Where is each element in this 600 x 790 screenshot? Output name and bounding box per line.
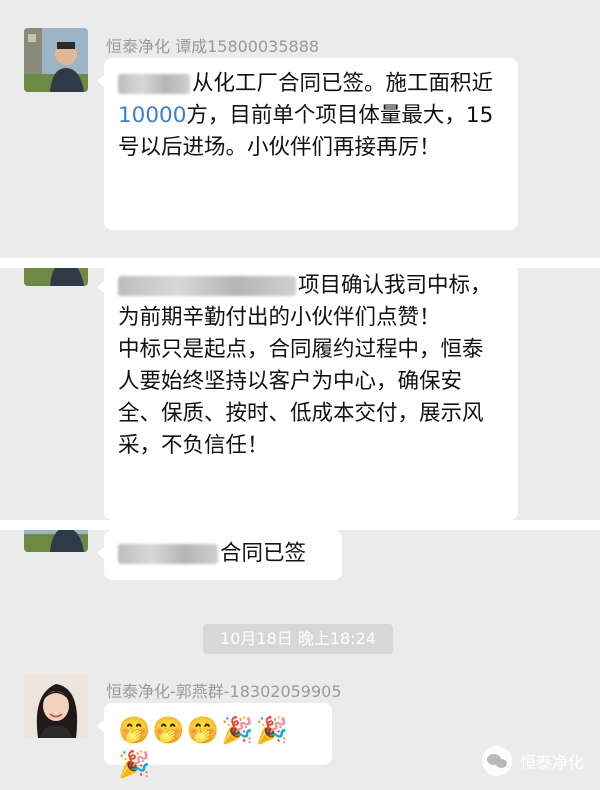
watermark: 恒泰净化: [481, 746, 584, 776]
message-bubble[interactable]: 项目确认我司中标，为前期辛勤付出的小伙伴们点赞！ 中标只是起点，合同履约过程中，…: [97, 268, 518, 520]
redacted-text: [118, 544, 218, 564]
message-bubble[interactable]: 从化工厂合同已签。施工面积近10000方，目前单个项目体量最大，15号以后进场。…: [97, 58, 518, 230]
message-item: 恒泰净化 谭成15800035888 从化工厂合同已签。施工面积近10000方，…: [0, 0, 600, 258]
chat-screen: 恒泰净化 谭成15800035888 从化工厂合同已签。施工面积近10000方，…: [0, 0, 600, 790]
emoji-covering-mouth: 🤭: [152, 716, 185, 746]
sender-name: 恒泰净化 谭成15800035888: [106, 37, 320, 56]
avatar[interactable]: [24, 28, 88, 92]
emoji-covering-mouth: 🤭: [186, 716, 220, 746]
message-text: 从化工厂合同已签。施工面积近: [192, 71, 494, 96]
message-bubble[interactable]: 🤭🤭🤭🎉🎉🎉: [97, 703, 332, 780]
wechat-logo-icon: [481, 746, 512, 776]
party-popper-emoji: 🎉: [255, 716, 288, 746]
avatar[interactable]: [24, 268, 88, 286]
emoji-covering-mouth: 🤭: [118, 716, 151, 746]
sender-name: 恒泰净化-郭燕群-18302059905: [106, 682, 342, 701]
message-text: 合同已签: [220, 541, 307, 566]
message-item: 合同已签: [0, 530, 600, 600]
avatar[interactable]: [24, 530, 88, 552]
party-popper-emoji: 🎉: [118, 750, 151, 780]
redacted-text: [118, 74, 190, 94]
avatar[interactable]: [24, 674, 88, 738]
message-highlight-number: 10000: [118, 103, 187, 128]
watermark-text: 恒泰净化: [519, 753, 584, 772]
message-text: 中标只是起点，合同履约过程中，恒泰人要始终坚持以客户为中心，确保安全、保质、按时…: [118, 337, 484, 458]
redacted-text: [118, 276, 296, 296]
message-item: 项目确认我司中标，为前期辛勤付出的小伙伴们点赞！ 中标只是起点，合同履约过程中，…: [0, 268, 600, 520]
section-divider: [0, 520, 600, 530]
message-bubble[interactable]: 合同已签: [97, 530, 342, 580]
section-divider: [0, 258, 600, 268]
timestamp: 10月18日 晚上18:24: [203, 624, 393, 654]
party-popper-emoji: 🎉: [221, 716, 254, 746]
